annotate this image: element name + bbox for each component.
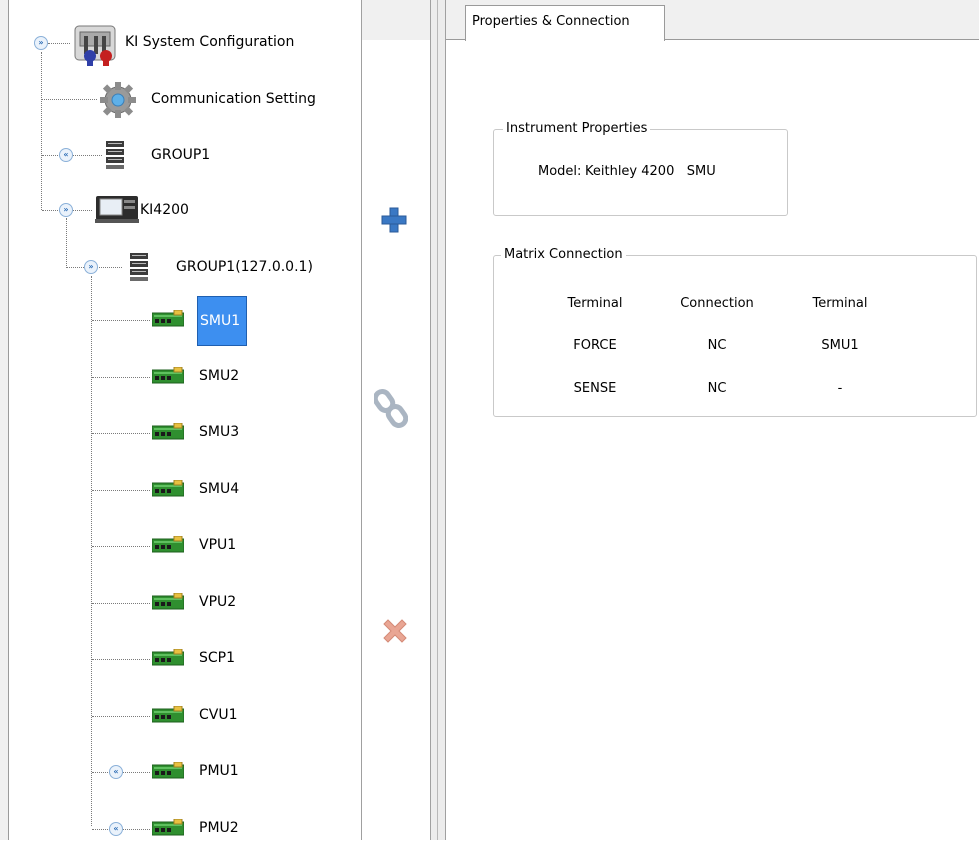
- card-module-icon: [151, 422, 185, 441]
- model-value: Keithley 4200 SMU: [585, 164, 716, 179]
- expand-group1-ip-icon[interactable]: »: [84, 260, 98, 274]
- tree-item-group1-label[interactable]: GROUP1: [151, 147, 210, 163]
- row-terminal-2: -: [837, 381, 843, 396]
- panel-splitter[interactable]: [430, 0, 446, 840]
- row-terminal-1: FORCE: [573, 338, 617, 353]
- card-label[interactable]: SCP1: [199, 650, 235, 666]
- link-icon[interactable]: [372, 389, 409, 429]
- collapse-pmu2-icon[interactable]: «: [109, 822, 123, 836]
- card-label[interactable]: PMU1: [199, 763, 239, 779]
- card-label[interactable]: SMU2: [199, 368, 239, 384]
- card-module-icon: [151, 535, 185, 554]
- card-module-icon: [151, 761, 185, 780]
- card-module-icon: [151, 592, 185, 611]
- tree-line: [41, 52, 42, 210]
- matrix-header-terminal-1: Terminal: [567, 296, 623, 311]
- card-module-icon: [151, 648, 185, 667]
- collapse-pmu1-icon[interactable]: «: [109, 765, 123, 779]
- row-terminal-1: SENSE: [573, 381, 617, 396]
- expand-ki4200-icon[interactable]: »: [59, 203, 73, 217]
- card-module-icon: [151, 479, 185, 498]
- tree-line: [92, 659, 150, 660]
- card-label[interactable]: VPU2: [199, 594, 236, 610]
- tree-panel: [9, 0, 361, 840]
- card-label[interactable]: SMU1: [197, 296, 247, 346]
- model-label: Model:: [538, 164, 582, 179]
- plus-icon[interactable]: [380, 206, 408, 234]
- tree-item-ki4200-label[interactable]: KI4200: [140, 202, 189, 218]
- matrix-header-connection: Connection: [680, 296, 754, 311]
- collapse-group1-icon[interactable]: «: [59, 148, 73, 162]
- instrument-properties-title: Instrument Properties: [503, 121, 651, 136]
- tree-line: [48, 43, 70, 44]
- server-stack-icon: [104, 140, 126, 170]
- card-module-icon: [151, 309, 185, 328]
- card-module-icon: [151, 818, 185, 837]
- instrument-icon: [95, 194, 139, 224]
- matrix-connection-title: Matrix Connection: [501, 247, 626, 262]
- tree-item-root-label[interactable]: KI System Configuration: [125, 34, 294, 50]
- tree-line: [92, 603, 150, 604]
- card-label[interactable]: SMU3: [199, 424, 239, 440]
- row-connection[interactable]: NC: [667, 338, 767, 353]
- tree-line: [66, 218, 67, 268]
- tab-label: Properties & Connection: [472, 14, 630, 29]
- card-label[interactable]: SMU4: [199, 481, 239, 497]
- tree-line: [92, 433, 150, 434]
- server-stack-icon: [128, 252, 150, 282]
- card-label[interactable]: PMU2: [199, 820, 239, 836]
- card-label[interactable]: VPU1: [199, 537, 236, 553]
- matrix-header-terminal-2: Terminal: [812, 296, 868, 311]
- tree-line: [92, 490, 150, 491]
- splitter-grip-line: [437, 0, 438, 840]
- expand-root-icon[interactable]: »: [34, 36, 48, 50]
- tree-item-group1-ip-label[interactable]: GROUP1(127.0.0.1): [176, 259, 313, 275]
- card-module-icon: [151, 366, 185, 385]
- tree-line: [42, 99, 97, 100]
- tree-line: [92, 377, 150, 378]
- delete-x-icon[interactable]: [380, 616, 410, 646]
- tree-item-communication-label[interactable]: Communication Setting: [151, 91, 316, 107]
- tree-line: [92, 716, 150, 717]
- row-connection[interactable]: NC: [667, 381, 767, 396]
- system-configuration-icon: [72, 22, 120, 66]
- card-label[interactable]: CVU1: [199, 707, 238, 723]
- tree-line: [92, 320, 150, 321]
- tab-properties-connection[interactable]: Properties & Connection: [465, 5, 665, 41]
- tree-line: [91, 276, 92, 826]
- toolbar-column-header: [362, 0, 430, 40]
- window-left-border: [0, 0, 9, 840]
- row-terminal-2: SMU1: [821, 338, 859, 353]
- card-module-icon: [151, 705, 185, 724]
- tree-line: [92, 546, 150, 547]
- gear-icon: [98, 80, 138, 120]
